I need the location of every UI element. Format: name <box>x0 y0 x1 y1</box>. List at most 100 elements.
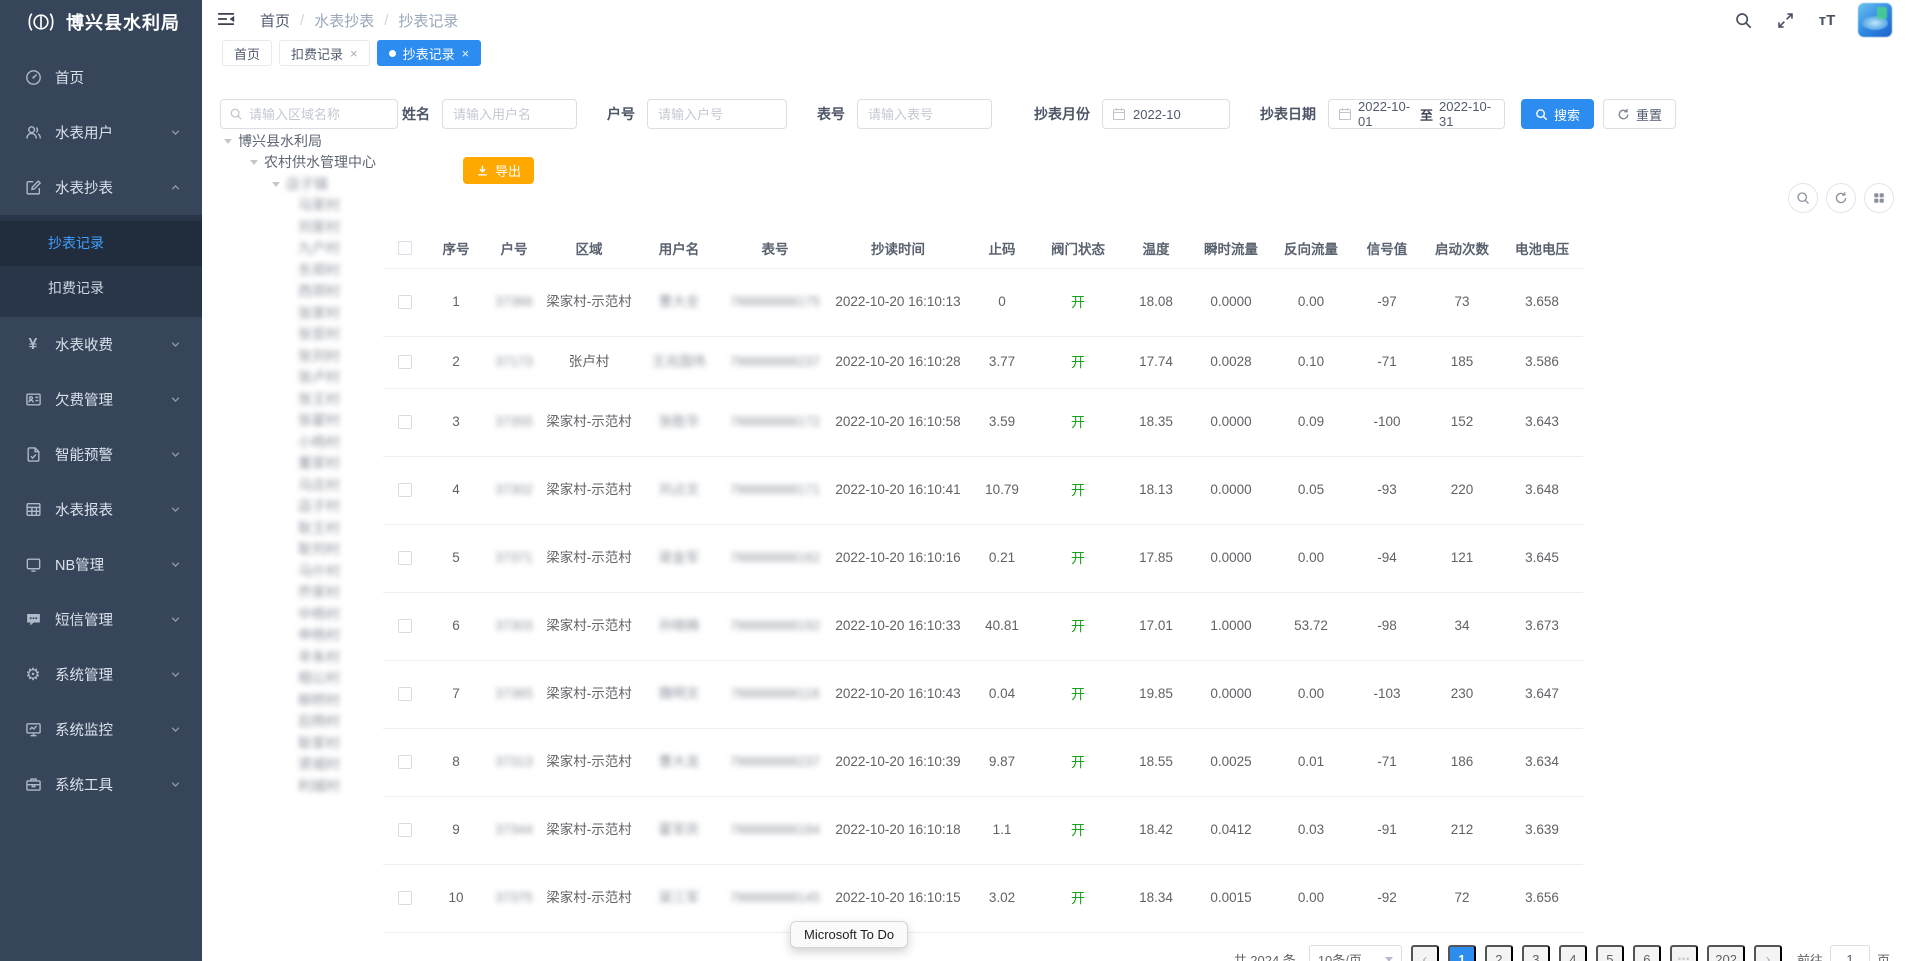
breadcrumb-home[interactable]: 首页 <box>260 10 290 31</box>
row-checkbox[interactable] <box>398 415 412 429</box>
page-size-select[interactable]: 10条/页 <box>1309 945 1402 961</box>
cell-reading: 3.02 <box>969 864 1035 932</box>
tab-home[interactable]: 首页 <box>222 40 272 66</box>
table-search-icon[interactable] <box>1788 183 1818 213</box>
region-search-input[interactable] <box>249 107 389 122</box>
table-refresh-icon[interactable] <box>1826 183 1856 213</box>
goto-page-input[interactable] <box>1830 945 1870 961</box>
sidebar-item-home[interactable]: 首页 <box>0 50 202 105</box>
row-checkbox[interactable] <box>398 295 412 309</box>
meter-no-input[interactable] <box>857 99 992 129</box>
table-row: 837313梁家村-示范村曹大龙7888888882372022-10-20 1… <box>383 728 1583 796</box>
cell-battery_voltage: 3.648 <box>1501 456 1583 524</box>
row-checkbox[interactable] <box>398 823 412 837</box>
reading-month-picker[interactable]: 2022-10 <box>1102 99 1230 129</box>
table-row: 237173张卢村王兆国伟7888888882372022-10-20 16:1… <box>383 336 1583 388</box>
select-caret-icon <box>1385 957 1393 961</box>
sidebar-item-system-management[interactable]: ⚙系统管理 <box>0 647 202 702</box>
page-ellipsis[interactable]: ••• <box>1670 945 1698 961</box>
sidebar-subitem-deduction-records[interactable]: 扣费记录 <box>0 266 202 311</box>
row-checkbox[interactable] <box>398 755 412 769</box>
sidebar-subitem-reading-records[interactable]: 抄表记录 <box>0 221 202 266</box>
name-input[interactable] <box>442 99 577 129</box>
table-row: 437302梁家村-示范村刘占文7888888881712022-10-20 1… <box>383 456 1583 524</box>
cell-meter: 788888888175 <box>723 268 827 336</box>
page-button-5[interactable]: 5 <box>1596 945 1624 961</box>
column-header-reading: 止码 <box>969 228 1035 268</box>
tree-node-label: 张家村 <box>298 303 340 323</box>
reset-button[interactable]: 重置 <box>1603 99 1676 129</box>
cell-reverse_flow: 0.09 <box>1271 388 1351 456</box>
row-checkbox[interactable] <box>398 551 412 565</box>
tree-node-label: 马什村 <box>298 561 340 581</box>
cell-signal: -100 <box>1351 388 1423 456</box>
page-button-2[interactable]: 2 <box>1485 945 1513 961</box>
tree-node[interactable]: 店子镇 <box>220 173 420 195</box>
breadcrumb-current: 抄表记录 <box>398 10 458 31</box>
reading-date-range-picker[interactable]: 2022-10-01 至 2022-10-31 <box>1328 99 1505 129</box>
fullscreen-icon[interactable] <box>1774 9 1796 31</box>
row-select-cell <box>383 336 427 388</box>
sidebar-item-billing[interactable]: ¥水表收费 <box>0 317 202 372</box>
prev-page-button[interactable]: ‹ <box>1411 945 1439 961</box>
select-all-checkbox[interactable] <box>398 241 412 255</box>
tab-reading-records[interactable]: 抄表记录 <box>377 40 482 66</box>
cell-region: 梁家村-示范村 <box>543 660 635 728</box>
sidebar-item-meter-reports[interactable]: 水表报表 <box>0 482 202 537</box>
page-button-6[interactable]: 6 <box>1633 945 1661 961</box>
row-checkbox[interactable] <box>398 483 412 497</box>
next-page-button[interactable]: › <box>1754 945 1782 961</box>
row-checkbox[interactable] <box>398 355 412 369</box>
sidebar-item-system-tools[interactable]: 系统工具 <box>0 757 202 812</box>
cell-signal: -71 <box>1351 728 1423 796</box>
column-header-read_time: 抄读时间 <box>827 228 969 268</box>
font-size-icon[interactable] <box>1816 9 1838 31</box>
account-input[interactable] <box>647 99 787 129</box>
sidebar-item-system-monitor[interactable]: 系统监控 <box>0 702 202 757</box>
tab-deduction-records[interactable]: 扣费记录 <box>279 40 370 66</box>
row-checkbox[interactable] <box>398 687 412 701</box>
breadcrumb: 首页 水表抄表 抄表记录 <box>260 10 458 31</box>
caret-down-icon[interactable] <box>272 182 280 191</box>
export-button[interactable]: 导出 <box>463 157 534 184</box>
tree-node[interactable]: 农村供水管理中心 <box>220 152 420 174</box>
sidebar-item-nb-management[interactable]: NB管理 <box>0 537 202 592</box>
sidebar-item-meter-users[interactable]: 水表用户 <box>0 105 202 160</box>
goto-page: 前往页 <box>1797 945 1890 961</box>
cell-region: 梁家村-示范村 <box>543 864 635 932</box>
topbar: 首页 水表抄表 抄表记录 <box>202 0 1916 40</box>
breadcrumb-meter-reading[interactable]: 水表抄表 <box>314 10 374 31</box>
sidebar-item-meter-reading[interactable]: 水表抄表 <box>0 160 202 215</box>
row-select-cell <box>383 456 427 524</box>
gear-icon: ⚙ <box>24 666 42 684</box>
tablet-icon <box>24 556 42 574</box>
sidebar-item-smart-alerts[interactable]: 智能预警 <box>0 427 202 482</box>
chevron-down-icon <box>170 779 182 791</box>
search-button[interactable]: 搜索 <box>1521 99 1594 129</box>
search-icon[interactable] <box>1732 9 1754 31</box>
column-settings-icon[interactable] <box>1864 183 1894 213</box>
user-avatar[interactable] <box>1858 3 1892 37</box>
tree-node-label: 董家村 <box>298 453 340 473</box>
sidebar-item-sms-management[interactable]: 短信管理 <box>0 592 202 647</box>
sidebar-item-label: 水表报表 <box>55 499 157 520</box>
row-checkbox[interactable] <box>398 619 412 633</box>
page-button-4[interactable]: 4 <box>1559 945 1587 961</box>
name-label: 姓名 <box>402 104 430 124</box>
goto-label: 前往 <box>1797 950 1823 961</box>
page-button-1[interactable]: 1 <box>1448 945 1476 961</box>
collapse-sidebar-icon[interactable] <box>216 9 238 31</box>
tree-node[interactable]: 博兴县水利局 <box>220 130 420 152</box>
tab-close-icon[interactable] <box>462 47 470 60</box>
cell-region: 梁家村-示范村 <box>543 456 635 524</box>
caret-down-icon[interactable] <box>250 160 258 169</box>
sidebar-item-arrears[interactable]: 欠费管理 <box>0 372 202 427</box>
page-button-3[interactable]: 3 <box>1522 945 1550 961</box>
page-button-202[interactable]: 202 <box>1707 945 1745 961</box>
row-checkbox[interactable] <box>398 891 412 905</box>
cell-temperature: 18.13 <box>1121 456 1191 524</box>
tree-node[interactable]: 马家村 <box>220 195 420 217</box>
cell-region: 梁家村-示范村 <box>543 388 635 456</box>
tab-close-icon[interactable] <box>350 47 358 60</box>
caret-down-icon[interactable] <box>224 139 232 148</box>
